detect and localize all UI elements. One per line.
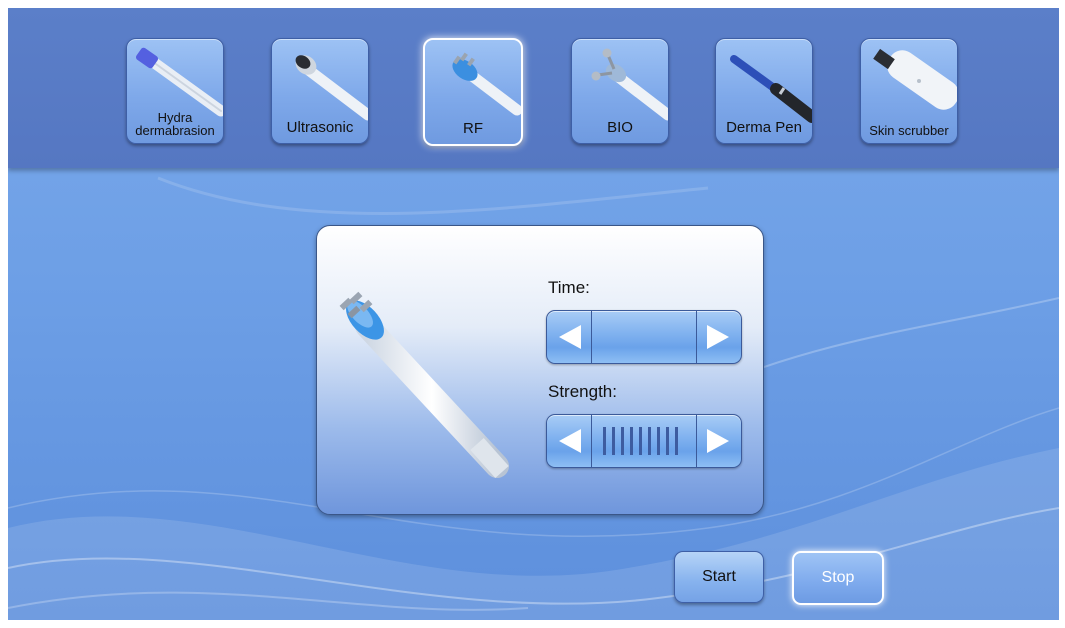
mode-label: BIO	[607, 119, 633, 136]
mode-label: RF	[463, 120, 483, 137]
rf-handpiece-icon	[339, 291, 509, 478]
mode-label: Ultrasonic	[286, 119, 354, 136]
strength-label: Strength:	[548, 382, 617, 401]
start-button[interactable]: Start	[674, 551, 764, 603]
treatment-panel: Time: Strength:	[316, 225, 764, 515]
app-screen: Hydra dermabrasion Ultrasonic RF BIO Der…	[8, 8, 1059, 620]
strength-level-bar	[648, 427, 651, 455]
strength-level-bar	[639, 427, 642, 455]
divider	[591, 415, 592, 467]
divider	[591, 311, 592, 363]
mode-button-rf[interactable]: RF	[423, 38, 523, 146]
time-increase-button[interactable]	[697, 311, 741, 363]
strength-level-bar	[630, 427, 633, 455]
mode-button-hydra-dermabrasion[interactable]: Hydra dermabrasion	[126, 38, 224, 144]
strength-increase-button[interactable]	[697, 415, 741, 467]
time-stepper	[546, 310, 742, 364]
right-arrow-icon	[707, 429, 729, 453]
strength-decrease-button[interactable]	[547, 415, 591, 467]
mode-toolbar: Hydra dermabrasion Ultrasonic RF BIO Der…	[8, 8, 1059, 168]
mode-button-skin-scrubber[interactable]: Skin scrubber	[860, 38, 958, 144]
mode-button-ultrasonic[interactable]: Ultrasonic	[271, 38, 369, 144]
mode-label: Skin scrubber	[869, 123, 949, 138]
time-decrease-button[interactable]	[547, 311, 591, 363]
strength-level-bar	[657, 427, 660, 455]
left-arrow-icon	[559, 429, 581, 453]
mode-button-derma-pen[interactable]: Derma Pen	[715, 38, 813, 144]
strength-level-bar	[675, 427, 678, 455]
mode-label: Derma Pen	[726, 119, 802, 136]
strength-level-bar	[621, 427, 624, 455]
time-label: Time:	[548, 278, 590, 297]
strength-stepper	[546, 414, 742, 468]
stop-button[interactable]: Stop	[792, 551, 884, 605]
left-arrow-icon	[559, 325, 581, 349]
mode-label: Hydra dermabrasion	[135, 110, 215, 138]
right-arrow-icon	[707, 325, 729, 349]
strength-level-bar	[612, 427, 615, 455]
mode-button-bio[interactable]: BIO	[571, 38, 669, 144]
strength-level-bar	[603, 427, 606, 455]
strength-level-bar	[666, 427, 669, 455]
